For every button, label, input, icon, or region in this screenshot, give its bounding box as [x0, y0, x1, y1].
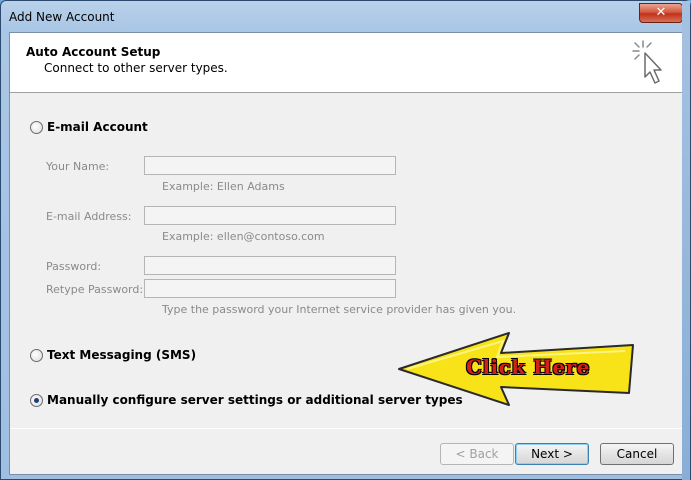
password-label: Password: — [46, 260, 102, 273]
email-address-field[interactable] — [144, 206, 396, 225]
header-subtitle: Connect to other server types. — [44, 61, 228, 75]
next-button[interactable]: Next > — [515, 443, 589, 465]
manual-config-radio[interactable] — [30, 393, 43, 407]
your-name-hint: Example: Ellen Adams — [162, 180, 285, 193]
your-name-label: Your Name: — [46, 160, 110, 173]
email-address-label: E-mail Address: — [46, 210, 132, 223]
window-right-edge — [682, 1, 690, 480]
email-account-radio[interactable] — [30, 120, 43, 134]
email-address-hint: Example: ellen@contoso.com — [162, 230, 325, 243]
retype-password-field[interactable] — [144, 279, 396, 298]
title-bar: Add New Account ✕ — [1, 1, 690, 35]
footer-divider — [10, 428, 683, 429]
add-account-window: Add New Account ✕ Auto Account Setup Con… — [0, 0, 691, 480]
cursor-sparkle-icon — [632, 40, 662, 84]
text-messaging-label: Text Messaging (SMS) — [47, 348, 197, 362]
header-title: Auto Account Setup — [26, 45, 161, 59]
option-email-account[interactable]: E-mail Account — [30, 120, 148, 134]
window-title: Add New Account — [9, 10, 115, 24]
cancel-button[interactable]: Cancel — [600, 443, 674, 465]
close-button[interactable]: ✕ — [639, 3, 683, 23]
option-text-messaging[interactable]: Text Messaging (SMS) — [30, 348, 196, 362]
dialog-body: Auto Account Setup Connect to other serv… — [9, 32, 684, 475]
header-panel: Auto Account Setup Connect to other serv… — [10, 33, 683, 93]
password-hint: Type the password your Internet service … — [162, 303, 517, 316]
your-name-field[interactable] — [144, 156, 396, 175]
email-account-label: E-mail Account — [47, 120, 148, 134]
retype-password-label: Retype Password: — [46, 283, 144, 296]
click-here-annotation: Click Here — [466, 355, 590, 379]
password-field[interactable] — [144, 256, 396, 275]
text-messaging-radio[interactable] — [30, 348, 43, 362]
back-button[interactable]: < Back — [440, 443, 514, 465]
